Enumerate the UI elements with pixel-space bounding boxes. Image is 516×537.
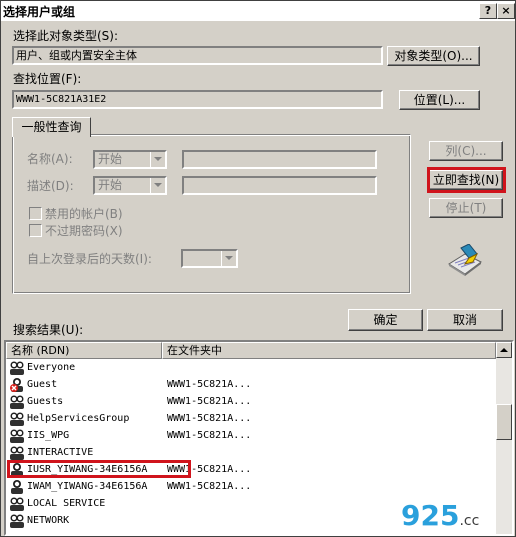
non-expiring-password-checkbox[interactable] <box>29 224 42 237</box>
row-folder: WWW1-5C821A... <box>167 464 252 475</box>
object-type-field: 用户、组或内置安全主体 <box>12 46 383 65</box>
row-name: Guest <box>27 379 58 390</box>
non-expiring-password-label: 不过期密码(X) <box>45 224 123 238</box>
locations-button[interactable]: 位置(L)... <box>399 90 480 110</box>
list-item[interactable]: Everyone <box>6 359 496 376</box>
close-button[interactable]: × <box>497 3 515 19</box>
row-folder: WWW1-5C821A... <box>167 481 252 492</box>
disabled-user-icon <box>10 378 23 392</box>
column-header-name[interactable]: 名称 (RDN) <box>6 342 162 359</box>
cancel-button[interactable]: 取消 <box>427 309 503 331</box>
name-input[interactable] <box>182 150 377 169</box>
list-item[interactable]: Guests WWW1-5C821A... <box>6 393 496 410</box>
user-icon <box>11 480 23 494</box>
ok-button[interactable]: 确定 <box>348 309 423 331</box>
name-label: 名称(A): <box>27 152 73 166</box>
chevron-down-icon <box>150 152 165 167</box>
list-item[interactable]: INTERACTIVE <box>6 444 496 461</box>
group-icon <box>10 395 24 409</box>
list-item[interactable]: IIS_WPG WWW1-5C821A... <box>6 427 496 444</box>
name-match-select[interactable]: 开始 <box>93 150 167 169</box>
description-label: 描述(D): <box>27 179 74 193</box>
row-name: NETWORK <box>27 515 70 526</box>
list-item[interactable]: IUSR_YIWANG-34E6156A WWW1-5C821A... <box>6 461 496 478</box>
row-name: Everyone <box>27 362 76 373</box>
title-bar[interactable]: 选择用户或组 ? × <box>1 1 515 21</box>
disabled-accounts-checkbox[interactable] <box>29 207 42 220</box>
group-icon <box>10 361 24 375</box>
list-item[interactable]: Guest WWW1-5C821A... <box>6 376 496 393</box>
scroll-thumb[interactable] <box>496 404 512 440</box>
column-header-folder[interactable]: 在文件夹中 <box>162 342 496 359</box>
row-name: Guests <box>27 396 64 407</box>
group-icon <box>10 514 24 528</box>
description-match-select[interactable]: 开始 <box>93 176 167 195</box>
location-label: 查找位置(F): <box>13 72 82 86</box>
list-item[interactable]: IWAM_YIWANG-34E6156A WWW1-5C821A... <box>6 478 496 495</box>
user-icon <box>11 463 23 477</box>
row-folder: WWW1-5C821A... <box>167 430 252 441</box>
row-name: IUSR_YIWANG-34E6156A <box>27 464 148 475</box>
description-match-value: 开始 <box>98 178 123 192</box>
tab-common-queries[interactable]: 一般性查询 <box>12 117 91 137</box>
row-folder: WWW1-5C821A... <box>167 396 252 407</box>
group-icon <box>10 429 24 443</box>
row-name: IWAM_YIWANG-34E6156A <box>27 481 148 492</box>
search-animation-icon <box>448 244 482 276</box>
scroll-up-button[interactable] <box>496 342 512 358</box>
days-since-logon-select[interactable] <box>181 249 238 268</box>
group-icon <box>10 497 24 511</box>
site-watermark-logo: 925.cc <box>401 498 501 534</box>
help-button[interactable]: ? <box>479 3 497 19</box>
row-name: HelpServicesGroup <box>27 413 130 424</box>
group-icon <box>10 412 24 426</box>
disabled-accounts-label: 禁用的帐户(B) <box>45 207 123 221</box>
select-users-dialog: 选择用户或组 ? × 选择此对象类型(S): 用户、组或内置安全主体 对象类型(… <box>0 0 516 537</box>
row-folder: WWW1-5C821A... <box>167 379 252 390</box>
columns-button[interactable]: 列(C)... <box>429 141 503 161</box>
location-field: WWW1-5C821A31E2 <box>12 90 383 109</box>
description-input[interactable] <box>182 176 377 195</box>
dialog-title: 选择用户或组 <box>3 5 76 19</box>
chevron-up-icon <box>500 348 508 352</box>
row-name: IIS_WPG <box>27 430 70 441</box>
search-results-label: 搜索结果(U): <box>13 323 84 337</box>
name-match-value: 开始 <box>98 152 123 166</box>
row-folder: WWW1-5C821A... <box>167 413 252 424</box>
object-types-button[interactable]: 对象类型(O)... <box>387 46 480 66</box>
days-since-logon-label: 自上次登录后的天数(I): <box>27 252 152 266</box>
object-type-label: 选择此对象类型(S): <box>13 29 119 43</box>
stop-button[interactable]: 停止(T) <box>429 198 503 218</box>
list-item[interactable]: HelpServicesGroup WWW1-5C821A... <box>6 410 496 427</box>
chevron-down-icon <box>221 251 236 266</box>
watermark-main: 925 <box>401 499 460 532</box>
row-name: LOCAL SERVICE <box>27 498 106 509</box>
row-name: INTERACTIVE <box>27 447 94 458</box>
chevron-down-icon <box>150 178 165 193</box>
find-now-button[interactable]: 立即查找(N) <box>429 170 503 190</box>
group-icon <box>10 446 24 460</box>
watermark-suffix: .cc <box>459 513 480 529</box>
